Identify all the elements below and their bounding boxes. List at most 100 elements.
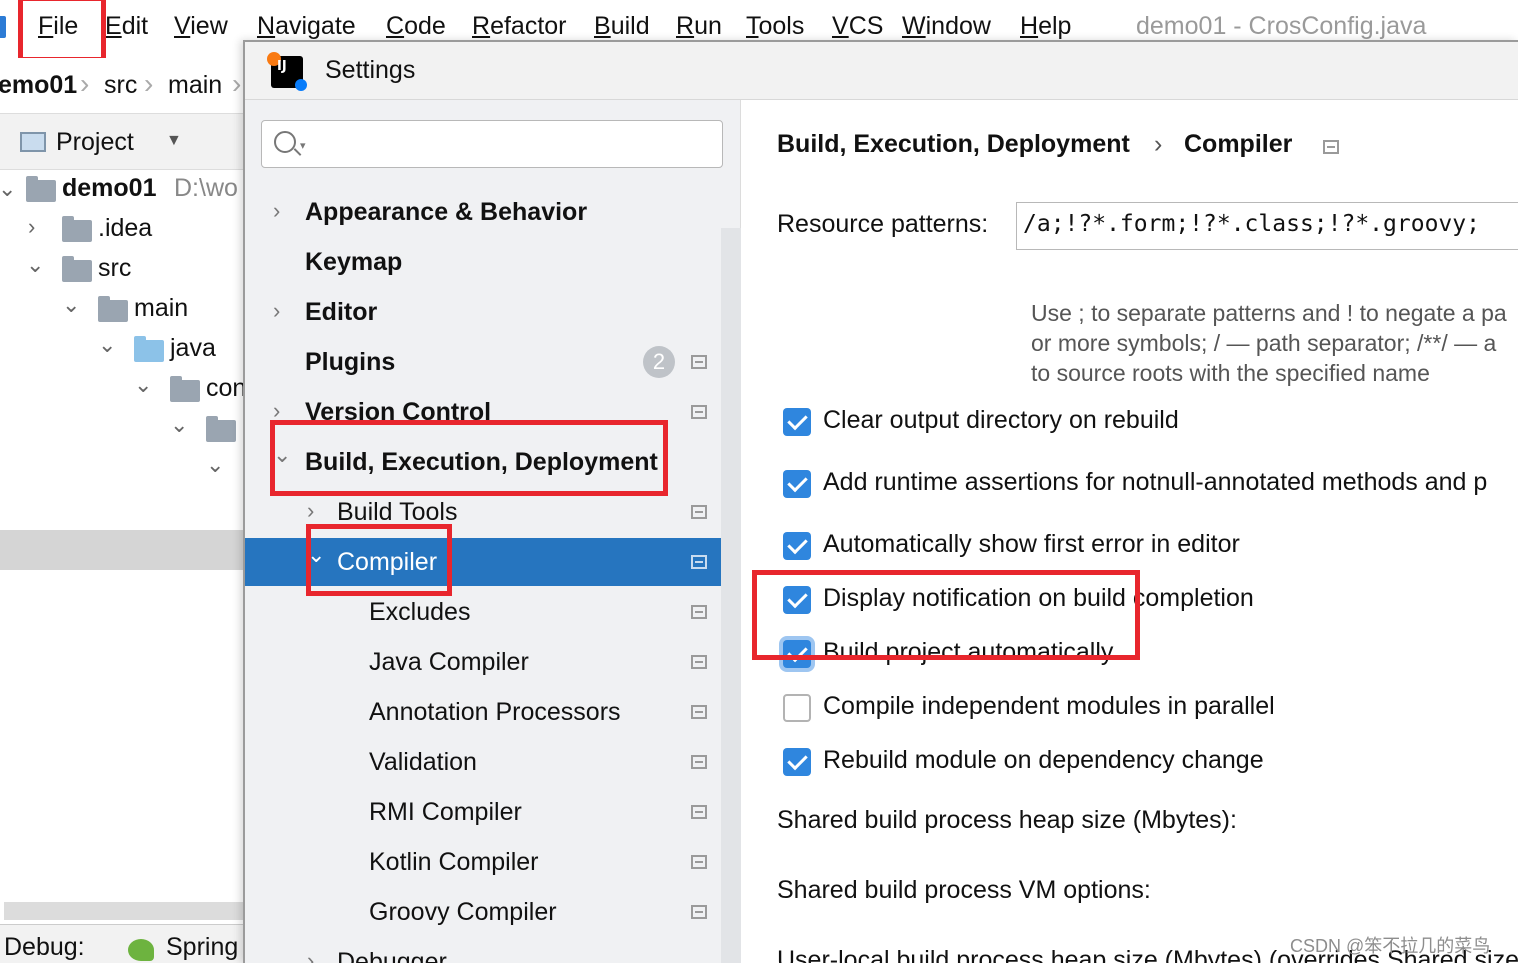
build-notification-checkbox-row[interactable]: Display notification on build completion xyxy=(777,580,1518,624)
parallel-compile-checkbox-row[interactable]: Compile independent modules in parallel xyxy=(777,688,1518,732)
show-first-error-checkbox-row[interactable]: Automatically show first error in editor xyxy=(777,526,1518,570)
nav-rmi-compiler[interactable]: RMI Compiler xyxy=(245,788,721,836)
breadcrumb-parent: Build, Execution, Deployment xyxy=(777,130,1130,158)
chevron-down-icon[interactable]: ⌄ xyxy=(170,412,188,438)
tree-item-demo01[interactable]: ⌄ demo01 D:\wo xyxy=(0,170,246,210)
breadcrumb-current: Compiler xyxy=(1184,130,1293,158)
build-automatically-checkbox-row[interactable]: Build project automatically xyxy=(777,634,1518,678)
tree-item-src[interactable]: ⌄ src xyxy=(0,250,246,290)
horizontal-scrollbar[interactable] xyxy=(4,902,244,920)
settings-search-input[interactable]: ▾ xyxy=(261,120,723,168)
runtime-assertions-checkbox-row[interactable]: Add runtime assertions for notnull-annot… xyxy=(777,464,1518,508)
nav-build-tools[interactable]: › Build Tools xyxy=(245,488,721,536)
menu-help[interactable]: Help xyxy=(1020,12,1071,41)
navigation-breadcrumb: emo01 › src › main › xyxy=(0,58,246,114)
menu-run[interactable]: Run xyxy=(676,12,722,41)
menu-tools[interactable]: Tools xyxy=(746,12,804,41)
breadcrumb-project[interactable]: emo01 xyxy=(0,71,77,100)
bottom-toolwindow-bar: Debug: Spring xyxy=(0,924,246,963)
package-icon xyxy=(170,376,200,402)
menu-navigate[interactable]: Navigate xyxy=(257,12,356,41)
nav-label: Debugger xyxy=(337,948,447,963)
nav-excludes[interactable]: Excludes xyxy=(245,588,721,636)
debug-label[interactable]: Debug: xyxy=(4,933,85,962)
chevron-right-icon[interactable]: › xyxy=(273,298,280,324)
chevron-right-icon[interactable]: › xyxy=(307,948,314,963)
menu-code[interactable]: Code xyxy=(386,12,446,41)
nav-groovy-compiler[interactable]: Groovy Compiler xyxy=(245,888,721,936)
clear-output-checkbox-row[interactable]: Clear output directory on rebuild xyxy=(777,402,1518,446)
nav-plugins[interactable]: Plugins 2 xyxy=(245,338,721,386)
chevron-down-icon[interactable]: ⌄ xyxy=(62,292,80,318)
tree-item-idea[interactable]: › .idea xyxy=(0,210,246,250)
tree-item-subpackage-2[interactable]: ⌄ xyxy=(0,450,246,490)
run-config-label[interactable]: Spring xyxy=(166,933,238,962)
runtime-assertions-checkbox[interactable] xyxy=(783,470,811,498)
menu-build[interactable]: Build xyxy=(594,12,650,41)
chevron-down-icon[interactable]: ⌄ xyxy=(0,176,16,202)
chevron-down-icon[interactable]: ⌄ xyxy=(307,542,325,568)
chevron-down-icon[interactable]: ⌄ xyxy=(98,332,116,358)
nav-validation[interactable]: Validation xyxy=(245,738,721,786)
menu-file[interactable]: File xyxy=(38,12,78,41)
caret-down-icon[interactable]: ▼ xyxy=(166,132,182,150)
chevron-down-icon[interactable]: ⌄ xyxy=(206,452,224,478)
menu-edit[interactable]: Edit xyxy=(105,12,148,41)
checkbox-label: Rebuild module on dependency change xyxy=(823,746,1264,774)
nav-compiler[interactable]: ⌄ Compiler xyxy=(245,538,741,586)
spring-boot-icon xyxy=(128,939,154,961)
nav-label: Java Compiler xyxy=(369,648,529,676)
nav-editor[interactable]: › Editor xyxy=(245,288,721,336)
tree-item-subpackage[interactable]: ⌄ xyxy=(0,410,246,450)
breadcrumb-main[interactable]: main xyxy=(168,71,222,100)
intellij-logo-icon: IJ xyxy=(267,52,307,91)
tree-item-java[interactable]: ⌄ java xyxy=(0,330,246,370)
chevron-right-icon[interactable]: › xyxy=(273,198,280,224)
vertical-scrollbar[interactable] xyxy=(721,228,741,963)
project-level-icon xyxy=(691,805,707,819)
dialog-title: Settings xyxy=(325,56,416,84)
project-level-icon xyxy=(691,655,707,669)
tree-item-main[interactable]: ⌄ main xyxy=(0,290,246,330)
nav-java-compiler[interactable]: Java Compiler xyxy=(245,638,721,686)
menu-vcs[interactable]: VCS xyxy=(832,12,883,41)
dialog-titlebar: IJ Settings xyxy=(245,42,1518,100)
menu-refactor[interactable]: Refactor xyxy=(472,12,567,41)
chevron-down-icon[interactable]: ⌄ xyxy=(273,442,291,468)
nav-debugger[interactable]: › Debugger xyxy=(245,938,721,963)
tree-item-package[interactable]: ⌄ con xyxy=(0,370,246,410)
nav-kotlin-compiler[interactable]: Kotlin Compiler xyxy=(245,838,721,886)
project-view-label[interactable]: Project xyxy=(56,128,134,157)
hint-line: Use ; to separate patterns and ! to nega… xyxy=(1031,300,1507,326)
chevron-right-icon[interactable]: › xyxy=(28,214,35,240)
show-first-error-checkbox[interactable] xyxy=(783,532,811,560)
resource-patterns-value: /a;!?*.form;!?*.class;!?*.groovy; xyxy=(1023,211,1480,237)
menu-window[interactable]: Window xyxy=(902,12,991,41)
nav-version-control[interactable]: › Version Control xyxy=(245,388,721,436)
rebuild-on-dependency-checkbox-row[interactable]: Rebuild module on dependency change xyxy=(777,742,1518,786)
shared-vm-options-label: Shared build process VM options: xyxy=(777,876,1151,904)
watermark: CSDN @笨不拉几的菜鸟 xyxy=(1290,936,1491,956)
checkbox-label: Clear output directory on rebuild xyxy=(823,406,1179,434)
resource-patterns-input[interactable]: /a;!?*.form;!?*.class;!?*.groovy; xyxy=(1016,202,1518,250)
project-level-icon xyxy=(691,605,707,619)
chevron-down-icon[interactable]: ⌄ xyxy=(26,252,44,278)
build-automatically-checkbox[interactable] xyxy=(783,640,811,668)
chevron-right-icon[interactable]: › xyxy=(307,498,314,524)
nav-annotation-processors[interactable]: Annotation Processors xyxy=(245,688,721,736)
build-notification-checkbox[interactable] xyxy=(783,586,811,614)
parallel-compile-checkbox[interactable] xyxy=(783,694,811,722)
chevron-down-icon[interactable]: ⌄ xyxy=(134,372,152,398)
nav-keymap[interactable]: Keymap xyxy=(245,238,721,286)
clear-output-checkbox[interactable] xyxy=(783,408,811,436)
chevron-right-icon[interactable]: › xyxy=(273,398,280,424)
nav-label: Kotlin Compiler xyxy=(369,848,539,876)
nav-appearance-behavior[interactable]: › Appearance & Behavior xyxy=(245,188,721,236)
chevron-right-icon: › xyxy=(144,68,154,99)
shared-heap-label: Shared build process heap size (Mbytes): xyxy=(777,806,1237,834)
nav-label: Build Tools xyxy=(337,498,458,526)
rebuild-on-dependency-checkbox[interactable] xyxy=(783,748,811,776)
menu-view[interactable]: View xyxy=(174,12,228,41)
breadcrumb-src[interactable]: src xyxy=(104,71,137,100)
nav-build-execution-deployment[interactable]: ⌄ Build, Execution, Deployment xyxy=(245,438,721,486)
